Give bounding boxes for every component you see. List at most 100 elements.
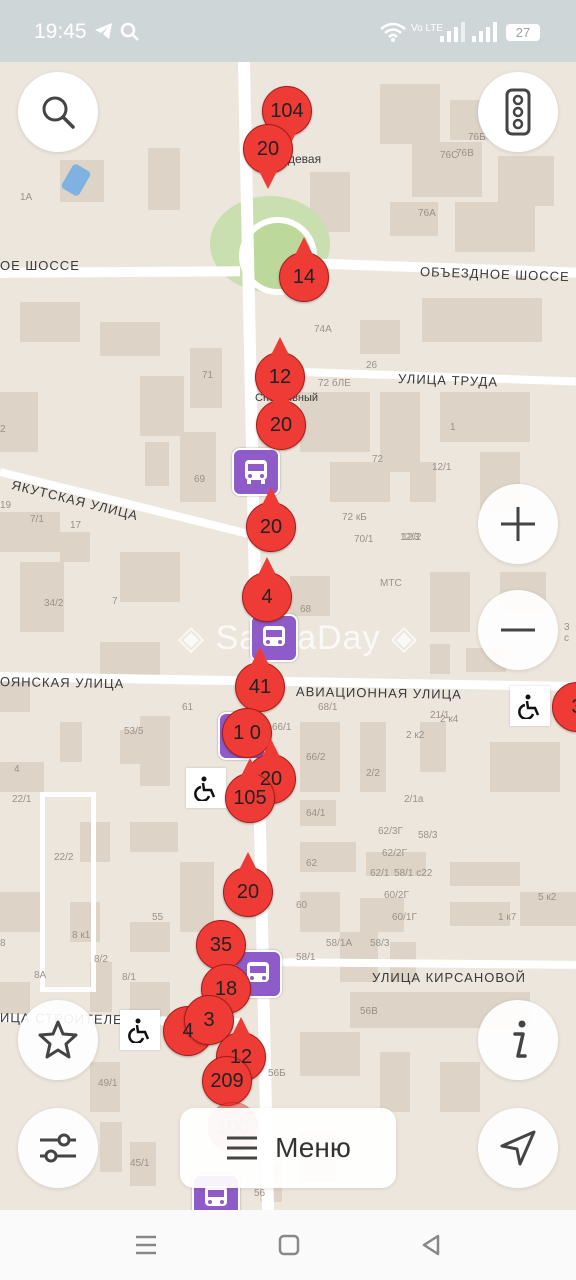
bus-icon bbox=[245, 460, 267, 484]
transport-pin[interactable]: 41 bbox=[235, 647, 285, 712]
house-number: 76А bbox=[418, 208, 436, 219]
house-number: 34/2 bbox=[44, 598, 64, 609]
transport-pin[interactable]: 14 bbox=[279, 237, 329, 302]
street-label: АВИАЦИОННАЯ УЛИЦА bbox=[295, 684, 462, 702]
menu-label: Меню bbox=[275, 1132, 351, 1163]
house-number: 26 bbox=[366, 360, 378, 371]
house-number: 8 к1 bbox=[72, 930, 91, 941]
info-button[interactable] bbox=[478, 1000, 558, 1080]
house-number: 8А bbox=[34, 970, 47, 981]
house-number: 4 bbox=[14, 764, 20, 775]
volte-label: Vo LTE bbox=[411, 23, 444, 34]
route-number: 105 bbox=[233, 786, 267, 809]
zoom-out-button[interactable] bbox=[478, 590, 558, 670]
house-number: 72 bbox=[372, 454, 384, 465]
route-number: 20 bbox=[269, 413, 293, 436]
back-icon[interactable] bbox=[420, 1234, 442, 1256]
house-number: 8/1 bbox=[122, 972, 136, 983]
house-number: 2/2 bbox=[366, 768, 380, 779]
transport-pin[interactable]: 20 bbox=[243, 124, 293, 189]
traffic-button[interactable] bbox=[478, 72, 558, 152]
route-number: 104 bbox=[270, 99, 304, 122]
navigation-arrow-icon bbox=[500, 1130, 536, 1166]
wheelchair-icon[interactable] bbox=[120, 1010, 160, 1050]
zoom-in-button[interactable] bbox=[478, 484, 558, 564]
locate-button[interactable] bbox=[478, 1108, 558, 1188]
search-icon bbox=[120, 22, 140, 47]
house-number: 56Б bbox=[268, 1068, 286, 1079]
house-number: 1 bbox=[450, 422, 456, 433]
house-number: 56 bbox=[254, 1188, 266, 1199]
search-button[interactable] bbox=[18, 72, 98, 152]
route-number: 12 bbox=[229, 1045, 253, 1068]
house-number: 70/1 bbox=[354, 534, 374, 545]
plus-icon bbox=[501, 507, 535, 541]
house-number: 76Б bbox=[468, 132, 486, 143]
transport-pin[interactable]: 4 bbox=[242, 557, 292, 622]
route-number: 3 bbox=[571, 696, 576, 719]
house-number: 12/1 bbox=[432, 462, 452, 473]
house-number: 8 bbox=[0, 938, 6, 949]
house-number: 66/1 bbox=[272, 722, 292, 733]
house-number: 1 к7 bbox=[498, 912, 517, 923]
house-number: 62/1 bbox=[370, 868, 390, 879]
street-label: УЛИЦА ТРУДА bbox=[397, 371, 499, 390]
house-number: 66/2 bbox=[306, 752, 326, 763]
house-number: 76С bbox=[440, 150, 459, 161]
house-number: 60 bbox=[296, 900, 308, 911]
route-number: 14 bbox=[292, 265, 316, 288]
house-number: 72 бЛЕ bbox=[318, 378, 351, 389]
route-number: 41 bbox=[248, 675, 272, 698]
signal-icon bbox=[472, 22, 498, 47]
minus-icon bbox=[501, 628, 535, 632]
house-number: 53/5 bbox=[124, 726, 144, 737]
house-number: 12/3 bbox=[400, 532, 420, 543]
search-icon bbox=[42, 96, 75, 129]
system-nav-bar bbox=[0, 1210, 576, 1280]
route-number: 20 bbox=[259, 515, 283, 538]
house-number: 2 bbox=[0, 424, 6, 435]
route-number: 12 bbox=[268, 365, 292, 388]
house-number: 58/3 bbox=[418, 830, 438, 841]
house-number: 62 bbox=[306, 858, 318, 869]
house-number: 22/1 bbox=[12, 794, 32, 805]
transport-pin[interactable]: 20 bbox=[246, 487, 296, 552]
house-number: 45/1 bbox=[130, 1158, 150, 1169]
filters-button[interactable] bbox=[18, 1108, 98, 1188]
transport-pin[interactable]: 35 bbox=[196, 920, 246, 970]
transport-pin[interactable]: 20 bbox=[256, 385, 306, 450]
status-time: 19:45 bbox=[34, 20, 87, 43]
info-icon bbox=[513, 1020, 527, 1058]
star-icon bbox=[38, 1020, 78, 1059]
house-number: 68 bbox=[300, 604, 312, 615]
house-number: 60/2Г bbox=[384, 890, 409, 901]
menu-button[interactable]: Меню bbox=[180, 1108, 396, 1188]
house-number: 64/1 bbox=[306, 808, 326, 819]
house-number: 7 bbox=[112, 596, 118, 607]
wheelchair-icon[interactable] bbox=[510, 686, 550, 726]
street-label: ОЕ ШОССЕ bbox=[0, 258, 80, 273]
house-number: 61 bbox=[182, 702, 194, 713]
telegram-icon bbox=[94, 22, 114, 45]
house-number: 58/3 bbox=[370, 938, 390, 949]
street-label: ОЯНСКАЯ УЛИЦА bbox=[0, 674, 125, 692]
house-number: 8/2 bbox=[94, 954, 108, 965]
transport-pin[interactable]: 20 bbox=[223, 852, 273, 917]
battery-level: 27 bbox=[515, 25, 531, 40]
house-number: 58/1А bbox=[326, 938, 353, 949]
house-number: 2 к2 bbox=[406, 730, 425, 741]
street-label: УЛИЦА КИРСАНОВОЙ bbox=[372, 970, 527, 985]
house-number: 7/1 bbox=[30, 514, 44, 525]
status-bar: 19:45 Vo LTE 27 bbox=[0, 0, 576, 62]
hamburger-icon bbox=[227, 1136, 258, 1160]
route-number: 4 bbox=[182, 1019, 194, 1042]
home-icon[interactable] bbox=[278, 1234, 300, 1256]
house-number: 71 bbox=[202, 370, 214, 381]
street-label: девая bbox=[288, 152, 322, 166]
favorites-button[interactable] bbox=[18, 1000, 98, 1080]
house-number: 55 bbox=[152, 912, 164, 923]
recent-apps-icon[interactable] bbox=[134, 1234, 158, 1256]
route-number: 18 bbox=[214, 977, 238, 1000]
house-number: 1А bbox=[20, 192, 33, 203]
wheelchair-icon[interactable] bbox=[186, 768, 226, 808]
